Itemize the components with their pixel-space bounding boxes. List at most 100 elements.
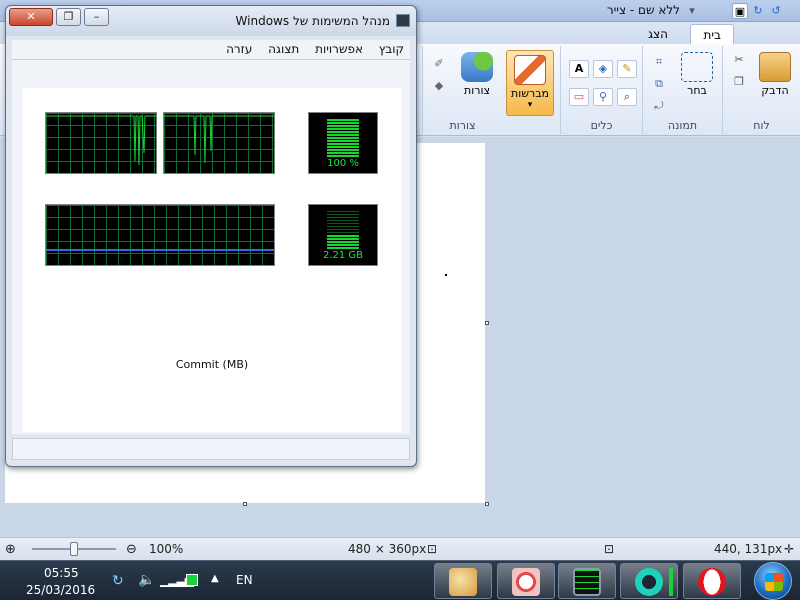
paint-app-icon xyxy=(449,568,477,596)
image-size-icon: ⊡ xyxy=(427,542,438,556)
taskbar-opera-button[interactable] xyxy=(683,563,741,599)
task-manager-app-icon xyxy=(396,14,410,27)
antivirus-progress-indicator xyxy=(669,568,673,596)
paint-window-title: ללא שם - צייר xyxy=(606,3,680,17)
undo-icon[interactable]: ↺ xyxy=(768,3,784,19)
task-manager-app-icon-taskbar xyxy=(573,568,601,596)
magnifier-icon[interactable]: ⌕ xyxy=(617,88,637,106)
group-image-label: תמונה xyxy=(667,119,698,132)
group-brushes: מברשות ▾ xyxy=(502,46,560,134)
menu-view[interactable]: תצוגה xyxy=(262,40,305,59)
clipboard-icon xyxy=(759,52,791,82)
status-bar: ⊕ ⊖ 100% 480 × 360px ⊡ ⊡ 440, 131px ✛ xyxy=(0,537,800,560)
zoom-slider[interactable] xyxy=(32,542,116,556)
cpu-history-line-2 xyxy=(164,115,274,164)
taskbar-paint-button[interactable] xyxy=(434,563,492,599)
status-green-icon[interactable] xyxy=(186,574,198,586)
fill-icon[interactable]: ◈ xyxy=(593,60,613,78)
clock-time[interactable]: 05:55 xyxy=(44,566,79,580)
language-indicator[interactable]: EN xyxy=(236,573,253,587)
windows-logo-icon xyxy=(765,573,783,591)
snipping-tool-icon xyxy=(512,568,540,596)
selection-size-icon: ⊡ xyxy=(604,542,615,556)
shapes-button[interactable]: צורות xyxy=(453,48,501,110)
resize-handle-corner[interactable] xyxy=(485,502,489,506)
cursor-position-icon: ✛ xyxy=(784,542,795,556)
memory-history-line xyxy=(46,249,274,251)
brushes-dropdown-icon: ▾ xyxy=(527,100,533,110)
shape-fill-icon[interactable]: ◆ xyxy=(429,78,449,96)
pencil-icon[interactable]: ✎ xyxy=(617,60,637,78)
restore-button[interactable]: ❐ xyxy=(56,8,81,26)
tab-view[interactable]: הצג xyxy=(636,24,680,44)
tab-home[interactable]: בית xyxy=(690,24,734,44)
zoom-slider-thumb[interactable] xyxy=(70,542,78,556)
start-button[interactable] xyxy=(754,562,792,600)
color-picker-icon[interactable]: ⚲ xyxy=(593,88,613,106)
select-label: בחר xyxy=(687,84,707,97)
group-image: בחר ⌗ ⧉ ⤾ תמונה xyxy=(642,46,722,134)
task-manager-title: מנהל המשימות של Windows xyxy=(235,14,390,28)
copy-icon[interactable]: ❐ xyxy=(729,74,749,92)
paste-button[interactable]: הדבק xyxy=(751,48,799,110)
rotate-icon[interactable]: ⤾ xyxy=(649,98,669,116)
performance-panel: 100 % 2.21 GB Commit (MB) xyxy=(23,88,401,432)
zoom-in-icon[interactable]: ⊕ xyxy=(5,542,16,557)
close-button[interactable]: ✕ xyxy=(9,8,53,26)
redo-icon[interactable]: ↻ xyxy=(750,3,766,19)
task-manager-titlebar[interactable]: ✕ ❐ – מנהל המשימות של Windows xyxy=(6,6,416,36)
resize-handle-right[interactable] xyxy=(485,321,489,325)
taskbar-antivirus-button[interactable] xyxy=(620,563,678,599)
brush-icon xyxy=(514,55,546,85)
group-clipboard: הדבק ✂ ❐ לוח xyxy=(722,46,800,134)
brushes-button[interactable]: מברשות ▾ xyxy=(506,50,554,116)
zoom-level: 100% xyxy=(149,542,184,556)
show-hidden-icons-icon[interactable]: ▲ xyxy=(211,573,219,584)
group-shapes-label: צורות xyxy=(449,119,476,132)
cpu-usage-bars xyxy=(327,119,359,157)
clock-date[interactable]: 25/03/2016 xyxy=(26,583,95,597)
menu-help[interactable]: עזרה xyxy=(220,40,258,59)
commit-label: Commit (MB) xyxy=(175,358,249,371)
menu-options[interactable]: אפשרויות xyxy=(309,40,369,59)
brushes-label: מברשות xyxy=(510,87,550,100)
save-icon[interactable]: ▣ xyxy=(732,3,748,19)
cpu-history-graph-1 xyxy=(45,112,157,174)
memory-history-graph xyxy=(45,204,275,266)
cursor-position: 440, 131px xyxy=(714,542,783,556)
taskbar-taskmgr-button[interactable] xyxy=(558,563,616,599)
image-size: 480 × 360px xyxy=(348,542,427,556)
cpu-usage-meter: 100 % xyxy=(308,112,378,174)
cut-icon[interactable]: ✂ xyxy=(729,52,749,70)
resize-icon[interactable]: ⧉ xyxy=(649,76,669,94)
taskbar-snipping-button[interactable] xyxy=(497,563,555,599)
customize-toolbar-icon[interactable]: ▾ xyxy=(684,3,700,19)
antivirus-app-icon xyxy=(635,568,663,596)
select-button[interactable]: בחר xyxy=(673,48,721,110)
cpu-history-line-1 xyxy=(46,115,156,166)
resize-handle-bottom[interactable] xyxy=(243,502,247,506)
memory-free-bars xyxy=(327,211,359,235)
minimize-button[interactable]: – xyxy=(84,8,109,26)
task-manager-body: 100 % 2.21 GB Commit (MB) xyxy=(12,59,410,434)
task-manager-menubar: קובץ אפשרויות תצוגה עזרה xyxy=(12,40,410,59)
text-tool-icon[interactable]: A xyxy=(569,60,589,78)
volume-icon[interactable]: 🔈 xyxy=(138,572,155,588)
memory-usage-value: 2.21 GB xyxy=(322,250,364,261)
menu-file[interactable]: קובץ xyxy=(373,40,410,59)
sync-icon[interactable]: ↻ xyxy=(112,573,124,589)
task-manager-window: ✕ ❐ – מנהל המשימות של Windows קובץ אפשרו… xyxy=(5,5,417,467)
zoom-out-icon[interactable]: ⊖ xyxy=(126,542,137,557)
group-tools-label: כלים xyxy=(590,119,613,132)
shapes-button-label: צורות xyxy=(464,84,490,97)
eraser-icon[interactable]: ▭ xyxy=(569,88,589,106)
cpu-usage-value: 100 % xyxy=(327,158,359,169)
cpu-history-graph-2 xyxy=(163,112,275,174)
memory-used-bars xyxy=(327,235,359,249)
outline-icon[interactable]: ✐ xyxy=(429,56,449,74)
group-clipboard-label: לוח xyxy=(753,119,770,132)
selection-icon xyxy=(681,52,713,82)
group-tools: A ◈ ✎ ▭ ⚲ ⌕ כלים xyxy=(560,46,642,134)
canvas-dot xyxy=(445,274,447,276)
crop-icon[interactable]: ⌗ xyxy=(649,54,669,72)
